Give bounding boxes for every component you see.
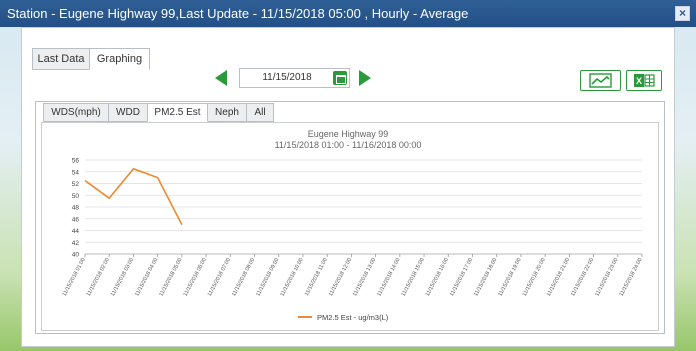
y-tick-label: 56 — [72, 158, 80, 165]
x-tick-label: 11/15/2018 14:00 — [376, 257, 401, 297]
tab-graphing[interactable]: Graphing — [89, 48, 150, 70]
subtab-wdd[interactable]: WDD — [108, 103, 148, 122]
chart-view-button[interactable] — [580, 70, 621, 91]
x-tick-label: 11/15/2018 19:00 — [497, 257, 522, 297]
window-title: Station - Eugene Highway 99,Last Update … — [7, 6, 469, 21]
line-chart-icon — [589, 73, 612, 88]
x-tick-label: 11/15/2018 17:00 — [449, 257, 474, 297]
calendar-icon[interactable] — [333, 71, 347, 85]
x-tick-label: 11/15/2018 16:00 — [425, 257, 450, 297]
date-picker[interactable]: 11/15/2018 — [239, 68, 350, 88]
previous-day-arrow-icon[interactable] — [215, 70, 227, 86]
x-tick-label: 11/15/2018 03:00 — [110, 257, 135, 297]
next-day-arrow-icon[interactable] — [359, 70, 371, 86]
y-tick-label: 46 — [72, 216, 80, 223]
x-tick-label: 11/15/2018 05:00 — [158, 257, 183, 297]
svg-text:X: X — [636, 76, 642, 86]
x-tick-label: 11/15/2018 20:00 — [522, 257, 547, 297]
x-tick-label: 11/15/2018 12:00 — [328, 257, 353, 297]
x-tick-label: 11/15/2018 18:00 — [473, 257, 498, 297]
tab-label: Last Data — [37, 53, 85, 65]
x-tick-label: 11/15/2018 11:00 — [304, 257, 329, 297]
y-tick-label: 40 — [72, 252, 80, 259]
x-tick-label: 11/15/2018 09:00 — [255, 257, 280, 297]
subtab-label: All — [254, 107, 266, 118]
x-tick-label: 11/15/2018 22:00 — [570, 257, 595, 297]
x-tick-label: 11/15/2018 07:00 — [207, 257, 232, 297]
x-tick-label: 11/15/2018 21:00 — [546, 257, 571, 297]
window-titlebar: Station - Eugene Highway 99,Last Update … — [0, 0, 696, 27]
subtab-label: WDS(mph) — [51, 107, 101, 118]
subtab-all[interactable]: All — [246, 103, 274, 122]
pm25-line-chart: Eugene Highway 99 11/15/2018 01:00 - 11/… — [62, 129, 644, 322]
x-tick-label: 11/15/2018 24:00 — [619, 257, 644, 297]
tab-label: Graphing — [96, 53, 143, 65]
series-line — [84, 168, 183, 225]
subtab-label: Neph — [215, 107, 239, 118]
x-tick-label: 11/15/2018 01:00 — [62, 257, 87, 297]
subtab-wds[interactable]: WDS(mph) — [43, 103, 109, 122]
export-excel-button[interactable]: X — [626, 70, 662, 91]
subtab-pm25[interactable]: PM2.5 Est — [147, 103, 208, 122]
y-tick-label: 52 — [72, 181, 80, 188]
y-tick-label: 48 — [72, 205, 80, 212]
legend-label: PM2.5 Est - ug/m3(L) — [317, 313, 389, 322]
x-tick-label: 11/15/2018 15:00 — [401, 257, 426, 297]
station-dialog: Last Data Graphing 11/15/2018 X WDS(mph)… — [21, 27, 675, 347]
y-tick-label: 50 — [72, 193, 80, 200]
subtab-neph[interactable]: Neph — [207, 103, 247, 122]
y-tick-label: 54 — [72, 169, 80, 176]
chart-subtitle: 11/15/2018 01:00 - 11/16/2018 00:00 — [275, 140, 422, 150]
close-icon: × — [678, 6, 686, 20]
graph-panel: WDS(mph) WDD PM2.5 Est Neph All Eugene H… — [35, 101, 665, 334]
x-tick-label: 11/15/2018 10:00 — [280, 257, 305, 297]
y-tick-label: 44 — [72, 228, 80, 235]
close-button[interactable]: × — [675, 6, 690, 21]
x-tick-label: 11/15/2018 23:00 — [594, 257, 619, 297]
subtab-label: WDD — [116, 107, 140, 118]
tab-last-data[interactable]: Last Data — [32, 48, 90, 70]
date-input[interactable]: 11/15/2018 — [240, 69, 334, 87]
y-tick-label: 42 — [72, 240, 80, 247]
x-tick-label: 11/15/2018 04:00 — [134, 257, 159, 297]
x-tick-label: 11/15/2018 02:00 — [86, 257, 111, 297]
excel-icon: X — [634, 74, 655, 87]
chart-container: Eugene Highway 99 11/15/2018 01:00 - 11/… — [41, 122, 659, 331]
subtab-label: PM2.5 Est — [154, 107, 201, 118]
chart-title: Eugene Highway 99 — [308, 129, 389, 139]
x-tick-label: 11/15/2018 06:00 — [183, 257, 208, 297]
x-tick-label: 11/15/2018 13:00 — [352, 257, 377, 297]
x-tick-label: 11/15/2018 08:00 — [231, 257, 256, 297]
